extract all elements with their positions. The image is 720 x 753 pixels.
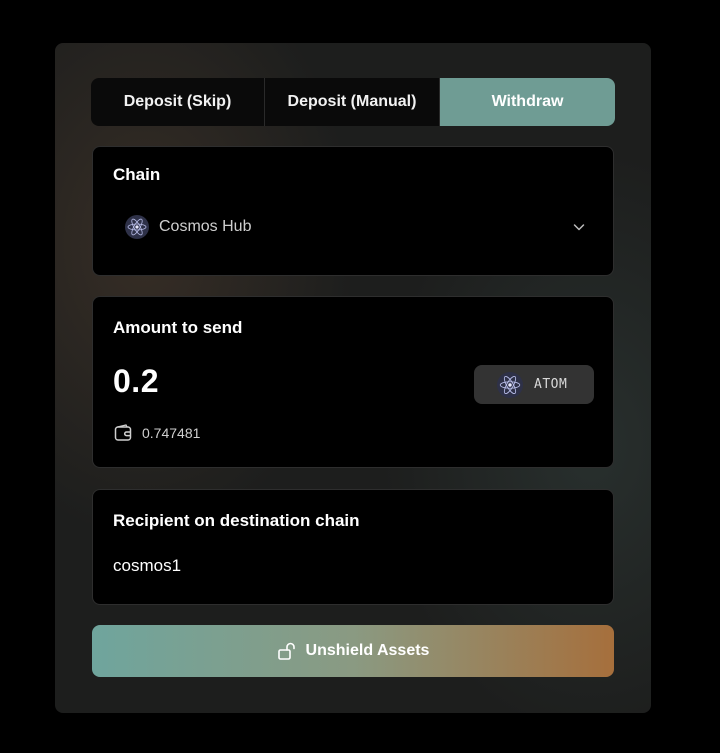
chain-title: Chain	[113, 165, 161, 184]
recipient-title: Recipient on destination chain	[113, 511, 360, 530]
chain-card: Chain Cosmos Hub	[92, 146, 614, 276]
chain-select[interactable]: Cosmos Hub	[113, 205, 593, 249]
recipient-address-input[interactable]	[113, 552, 593, 580]
unlock-icon	[277, 642, 295, 660]
unshield-button-label: Unshield Assets	[305, 642, 430, 659]
wallet-icon	[114, 424, 132, 441]
chevron-down-icon	[573, 224, 585, 231]
cosmos-hub-logo-icon	[125, 215, 149, 239]
withdraw-panel: Deposit (Skip) Deposit (Manual) Withdraw…	[55, 43, 651, 713]
token-select-button[interactable]: ATOM	[474, 365, 594, 404]
tab-deposit-skip[interactable]: Deposit (Skip)	[91, 78, 265, 126]
amount-title: Amount to send	[113, 318, 243, 337]
token-symbol: ATOM	[534, 377, 568, 392]
atom-token-icon	[497, 371, 523, 398]
balance-row[interactable]: 0.747481	[113, 423, 200, 443]
chain-name: Cosmos Hub	[159, 218, 252, 235]
mode-tabs: Deposit (Skip) Deposit (Manual) Withdraw	[91, 78, 615, 126]
tab-withdraw[interactable]: Withdraw	[440, 78, 615, 126]
unshield-assets-button[interactable]: Unshield Assets	[92, 625, 614, 677]
recipient-card: Recipient on destination chain	[92, 489, 614, 605]
tab-deposit-manual[interactable]: Deposit (Manual)	[265, 78, 440, 126]
amount-card: Amount to send 0.2 ATOM 0.747481	[92, 296, 614, 468]
balance-value: 0.747481	[142, 425, 201, 441]
amount-input[interactable]: 0.2	[113, 363, 159, 400]
